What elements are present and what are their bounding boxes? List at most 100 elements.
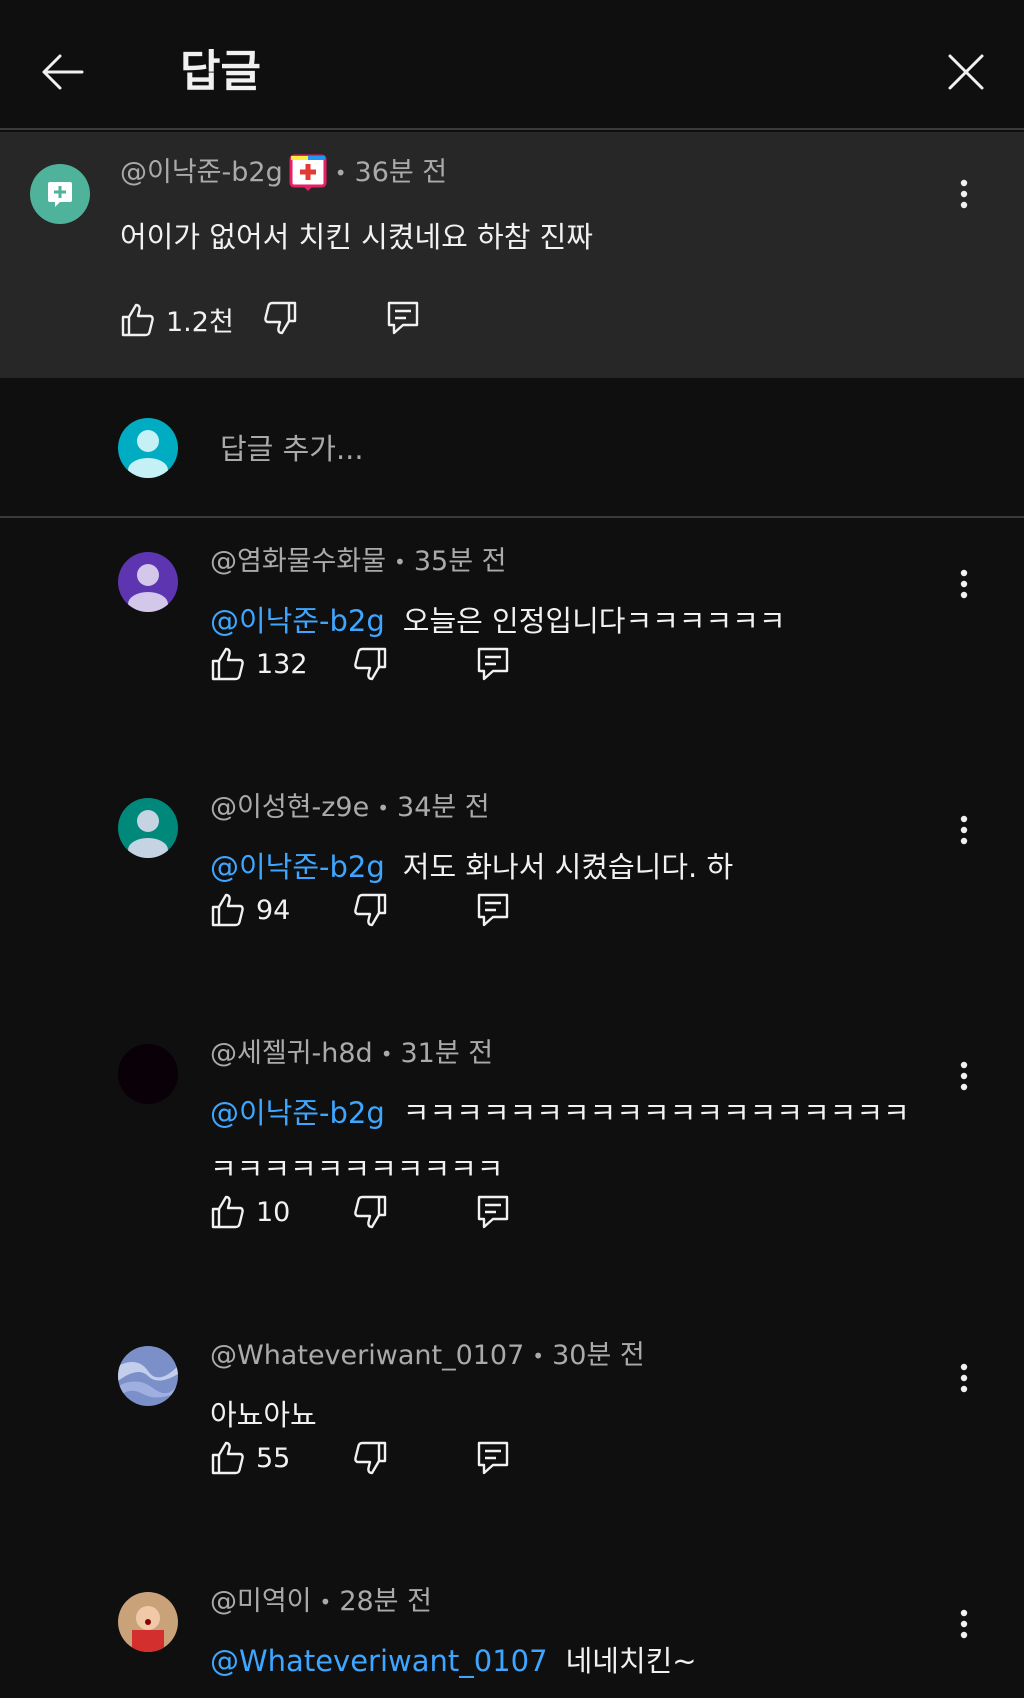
like-button[interactable]: 55 bbox=[210, 1440, 290, 1476]
more-options-button[interactable] bbox=[944, 1604, 984, 1644]
kebab-menu-icon bbox=[960, 1061, 968, 1091]
dislike-button[interactable] bbox=[352, 892, 388, 928]
dislike-button[interactable] bbox=[352, 646, 388, 682]
badge-icon bbox=[289, 154, 327, 191]
comment-time: 34분 전 bbox=[397, 792, 490, 823]
comment-text: @이낙준-b2g 오늘은 인정입니다ㅋㅋㅋㅋㅋㅋ bbox=[210, 594, 786, 648]
reply-button[interactable] bbox=[386, 300, 420, 336]
comment-actions: 132 bbox=[210, 646, 530, 690]
avatar[interactable] bbox=[118, 552, 178, 612]
person-icon bbox=[132, 1606, 164, 1652]
comment-actions: 1.2천 bbox=[120, 300, 440, 344]
back-button[interactable] bbox=[34, 44, 90, 100]
thumbs-up-icon bbox=[211, 647, 244, 681]
header: 답글 bbox=[0, 0, 1024, 130]
mention-link[interactable]: @Whateveriwant_0107 bbox=[210, 1644, 548, 1678]
comment-text: 아뇨아뇨 bbox=[210, 1388, 317, 1442]
reply-icon bbox=[477, 647, 509, 681]
reply-button[interactable] bbox=[476, 1440, 510, 1476]
dislike-button[interactable] bbox=[352, 1440, 388, 1476]
avatar[interactable] bbox=[30, 164, 90, 224]
like-button[interactable]: 1.2천 bbox=[120, 300, 234, 339]
like-count: 55 bbox=[256, 1442, 291, 1474]
thumbs-down-icon bbox=[354, 1441, 387, 1475]
like-button[interactable]: 94 bbox=[210, 892, 290, 928]
comment-body: 아뇨아뇨 bbox=[210, 1398, 317, 1432]
comment-time: 35분 전 bbox=[413, 546, 507, 577]
author-name[interactable]: @염화물수화물 bbox=[210, 544, 386, 580]
comment-meta: @세젤귀-h8d • 31분 전 bbox=[210, 1036, 493, 1072]
comment-text: @이낙준-b2g ㅋㅋㅋㅋㅋㅋㅋㅋㅋㅋㅋㅋㅋㅋㅋㅋㅋㅋㅋ bbox=[210, 1086, 910, 1140]
thumbs-up-icon bbox=[211, 893, 244, 927]
comment-time: 31분 전 bbox=[400, 1038, 494, 1069]
thumbs-down-icon bbox=[354, 647, 387, 681]
thumbs-up-icon bbox=[211, 1195, 244, 1229]
separator-dot: • bbox=[377, 796, 390, 820]
comment-body: 네네치킨~ bbox=[565, 1644, 697, 1678]
mention-link[interactable]: @이낙준-b2g bbox=[210, 850, 385, 884]
separator-dot: • bbox=[380, 1042, 393, 1066]
comment-meta: @이낙준-b2g • 36분 전 bbox=[120, 154, 447, 192]
person-icon bbox=[128, 430, 168, 478]
kebab-menu-icon bbox=[960, 815, 968, 845]
dislike-button[interactable] bbox=[352, 1194, 388, 1230]
more-options-button[interactable] bbox=[944, 564, 984, 604]
comment-body: 어이가 없어서 치킨 시켰네요 하참 진짜 bbox=[120, 220, 593, 254]
add-comment-icon bbox=[48, 182, 72, 207]
person-icon bbox=[118, 1044, 178, 1104]
reply-icon bbox=[477, 1195, 509, 1229]
author-name[interactable]: @이낙준-b2g bbox=[120, 155, 283, 191]
avatar[interactable] bbox=[118, 1346, 178, 1406]
dislike-button[interactable] bbox=[262, 300, 298, 336]
kebab-menu-icon bbox=[960, 1363, 968, 1393]
page-title: 답글 bbox=[180, 46, 261, 97]
author-name[interactable]: @세젤귀-h8d bbox=[210, 1036, 373, 1072]
separator-dot: • bbox=[334, 161, 347, 185]
reply-button[interactable] bbox=[476, 1194, 510, 1230]
comment-body: 오늘은 인정입니다ㅋㅋㅋㅋㅋㅋ bbox=[402, 604, 786, 638]
kebab-menu-icon bbox=[960, 179, 968, 209]
person-icon bbox=[118, 1362, 178, 1398]
author-name[interactable]: @미역이 bbox=[210, 1584, 312, 1620]
comment-meta: @염화물수화물 • 35분 전 bbox=[210, 544, 506, 580]
more-options-button[interactable] bbox=[944, 1358, 984, 1398]
mention-link[interactable]: @이낙준-b2g bbox=[210, 1096, 385, 1130]
thumbs-down-icon bbox=[354, 893, 387, 927]
avatar[interactable] bbox=[118, 1592, 178, 1652]
mention-link[interactable]: @이낙준-b2g bbox=[210, 604, 385, 638]
separator-dot: • bbox=[532, 1344, 545, 1368]
like-button[interactable]: 10 bbox=[210, 1194, 290, 1230]
close-button[interactable] bbox=[938, 44, 994, 100]
avatar bbox=[118, 418, 178, 478]
add-reply-input[interactable]: 답글 추가... bbox=[220, 426, 364, 468]
comment-actions: 94 bbox=[210, 892, 530, 936]
more-options-button[interactable] bbox=[944, 810, 984, 850]
comment-meta: @Whateveriwant_0107 • 30분 전 bbox=[210, 1338, 645, 1374]
more-options-button[interactable] bbox=[944, 174, 984, 214]
comment-text: 어이가 없어서 치킨 시켰네요 하참 진짜 bbox=[120, 210, 593, 264]
avatar[interactable] bbox=[118, 798, 178, 858]
comment-text: @Whateveriwant_0107 네네치킨~ bbox=[210, 1634, 697, 1688]
comment-text: @이낙준-b2g 저도 화나서 시켰습니다. 하 bbox=[210, 840, 733, 894]
author-name[interactable]: @Whateveriwant_0107 bbox=[210, 1338, 524, 1374]
comment-text-line2: ㅋㅋㅋㅋㅋㅋㅋㅋㅋㅋㅋ bbox=[210, 1142, 503, 1196]
separator-dot: • bbox=[394, 550, 406, 574]
avatar[interactable] bbox=[118, 1044, 178, 1104]
comment-body: ㅋㅋㅋㅋㅋㅋㅋㅋㅋㅋㅋㅋㅋㅋㅋㅋㅋㅋㅋ bbox=[402, 1096, 910, 1130]
thumbs-down-icon bbox=[354, 1195, 387, 1229]
like-button[interactable]: 132 bbox=[210, 646, 308, 682]
comment-meta: @미역이 • 28분 전 bbox=[210, 1584, 432, 1620]
like-count: 132 bbox=[256, 648, 308, 680]
reply-button[interactable] bbox=[476, 646, 510, 682]
kebab-menu-icon bbox=[960, 569, 968, 599]
like-count: 10 bbox=[256, 1196, 291, 1228]
comment-meta: @이성현-z9e • 34분 전 bbox=[210, 790, 490, 826]
comment-time: 30분 전 bbox=[552, 1340, 645, 1371]
reply-button[interactable] bbox=[476, 892, 510, 928]
comment-body: 저도 화나서 시켰습니다. 하 bbox=[402, 850, 734, 884]
like-count: 94 bbox=[256, 894, 291, 926]
more-options-button[interactable] bbox=[944, 1056, 984, 1096]
author-name[interactable]: @이성현-z9e bbox=[210, 790, 369, 826]
comment-time: 28분 전 bbox=[339, 1586, 432, 1617]
comment-body-continued: ㅋㅋㅋㅋㅋㅋㅋㅋㅋㅋㅋ bbox=[210, 1152, 504, 1186]
